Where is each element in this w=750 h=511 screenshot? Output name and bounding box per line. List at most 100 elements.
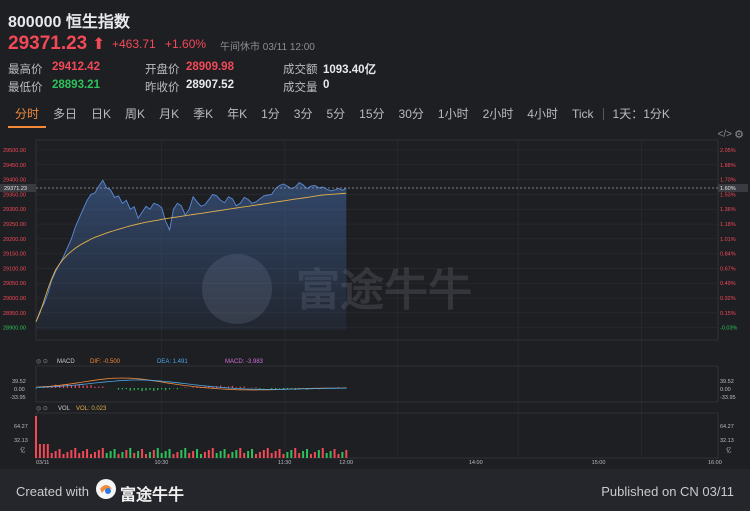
intraday-chart: 富途牛牛 29500.0029450.0029400.0029350.00293…: [0, 139, 748, 466]
high-value: 29412.42: [52, 61, 100, 73]
x-tick: 03/11: [36, 460, 49, 466]
y-tick-left: 29250.00: [3, 222, 26, 228]
tab-14[interactable]: 4小时: [520, 100, 565, 128]
volume-value: 0: [323, 79, 330, 91]
macd-tick-mid-right: 0.00: [720, 387, 731, 393]
y-tick-left: 29100.00: [3, 266, 26, 272]
prev-close-label: 昨收价: [145, 82, 180, 94]
tab-12[interactable]: 1小时: [431, 100, 476, 128]
y-tick-right: 0.32%: [720, 296, 736, 302]
y-tick-right: 0.49%: [720, 281, 736, 287]
macd-tick-bot-right: -33.95: [720, 395, 736, 401]
macd-header: ◎ ⊙ MACD DIF: -0.500 DEA: 1.491 MACD: -3…: [36, 359, 264, 365]
prev-close-value: 28907.52: [186, 79, 234, 91]
tab-3[interactable]: 周K: [118, 100, 152, 128]
low-label: 最低价: [8, 82, 43, 94]
low-value: 28893.21: [52, 79, 100, 91]
macd-value: MACD: -3.983: [225, 359, 264, 365]
y-tick-left: 28950.00: [3, 311, 26, 317]
tab-0[interactable]: 分时: [8, 100, 47, 128]
tab-4[interactable]: 月K: [152, 100, 186, 128]
x-tick: 15:00: [592, 460, 606, 466]
macd-tick-top-right: 39.52: [720, 379, 734, 385]
y-tick-right: 1.18%: [720, 222, 736, 228]
tab-15[interactable]: Tick: [565, 100, 601, 128]
vol-tick-mid: 32.13: [14, 438, 28, 444]
y-tick-right: -0.03%: [720, 326, 738, 332]
turnover-label: 成交额: [283, 64, 318, 76]
vol-tick-top-right: 64.27: [720, 424, 734, 430]
vol-value: VOL: 0.023: [76, 406, 107, 412]
tab-7[interactable]: 1分: [254, 100, 287, 128]
tab-1[interactable]: 多日: [46, 100, 84, 128]
y-tick-left: 29050.00: [3, 281, 26, 287]
y-tick-left: 29450.00: [3, 163, 26, 169]
y-tick-right: 1.01%: [720, 237, 736, 243]
macd-dif: DIF: -0.500: [90, 359, 121, 365]
vol-tick-mid-right: 32.13: [720, 438, 734, 444]
futu-logo-icon: [96, 479, 116, 499]
y-tick-left: 28900.00: [3, 326, 26, 332]
y-tick-left: 29400.00: [3, 178, 26, 184]
created-with-text: Created with: [16, 484, 89, 499]
macd-legend: MACD: [57, 359, 75, 365]
y-tick-left: 29350.00: [3, 192, 26, 198]
volume-label: 成交量: [283, 82, 318, 94]
macd-tick-mid: 0.00: [14, 387, 25, 393]
turnover-value: 1093.40亿: [323, 64, 377, 76]
y-tick-right: 0.15%: [720, 311, 736, 317]
volume-plot: [35, 416, 348, 458]
up-arrow-icon: ⬆: [92, 36, 106, 53]
vol-settings-icon: ◎ ⊙: [36, 406, 48, 412]
published-text: Published on CN 03/11: [601, 484, 734, 499]
macd-frame: [35, 365, 719, 403]
tab-16[interactable]: 1天：1分K: [606, 100, 677, 128]
macd-dea: DEA: 1.491: [157, 359, 188, 365]
high-label: 最高价: [8, 64, 43, 76]
price-change: +463.71: [112, 37, 156, 51]
current-price-label: 29371.23: [4, 186, 27, 192]
y-tick-left: 29150.00: [3, 252, 26, 258]
price-plot: [35, 179, 347, 330]
y-tick-right: 2.05%: [720, 148, 736, 154]
y-tick-right: 1.88%: [720, 163, 736, 169]
vol-unit-right: 亿: [726, 446, 732, 454]
x-axis: 03/11 10:30 11:30 12:00 14:00 15:00 16:00: [36, 460, 722, 466]
open-value: 28909.98: [186, 61, 234, 73]
last-price: 29371.23: [8, 33, 88, 54]
tab-13[interactable]: 2小时: [476, 100, 521, 128]
tab-2[interactable]: 日K: [84, 100, 118, 128]
tab-separator: [602, 108, 604, 120]
tab-6[interactable]: 年K: [220, 100, 254, 128]
x-tick: 16:00: [708, 460, 722, 466]
macd-tick-bot: -33.95: [10, 395, 26, 401]
y-tick-right: 1.70%: [720, 178, 736, 184]
vol-legend: VOL: [58, 406, 71, 412]
y-tick-right: 0.84%: [720, 252, 736, 258]
vol-unit: 亿: [20, 446, 26, 454]
macd-plot: [35, 377, 347, 392]
price-change-pct: +1.60%: [165, 37, 207, 51]
x-tick: 11:30: [278, 460, 291, 466]
tab-8[interactable]: 3分: [287, 100, 320, 128]
y-tick-right: 1.36%: [720, 207, 736, 213]
y-axis-left: 29500.00 29450.00 29400.00 29350.00 29300.00…: [3, 148, 26, 332]
tab-9[interactable]: 5分: [319, 100, 352, 128]
market-status: 午间休市 03/11 12:00: [220, 42, 315, 53]
x-tick: 12:00: [339, 460, 353, 466]
vol-tick-top: 64.27: [14, 424, 28, 430]
y-tick-right: 1.53%: [720, 192, 736, 198]
current-pct-label: 1.60%: [720, 186, 736, 192]
period-tabs: 分时 多日 日K 周K 月K 季K 年K 1分 3分 5分 15分 30分 1小时 2小时 4小时 Tick 1…: [0, 100, 750, 128]
x-tick: 14:00: [469, 460, 483, 466]
tab-10[interactable]: 15分: [352, 100, 391, 128]
vol-header: ◎ ⊙ VOL VOL: 0.023: [36, 406, 107, 412]
tab-11[interactable]: 30分: [392, 100, 431, 128]
y-tick-left: 29300.00: [3, 207, 26, 213]
macd-tick-top: 39.52: [12, 379, 26, 385]
tab-5[interactable]: 季K: [186, 100, 220, 128]
y-tick-left: 29000.00: [3, 296, 26, 302]
y-tick-left: 29200.00: [3, 237, 26, 243]
macd-settings-icon: ◎ ⊙: [36, 359, 48, 365]
y-tick-right: 0.67%: [720, 266, 736, 272]
